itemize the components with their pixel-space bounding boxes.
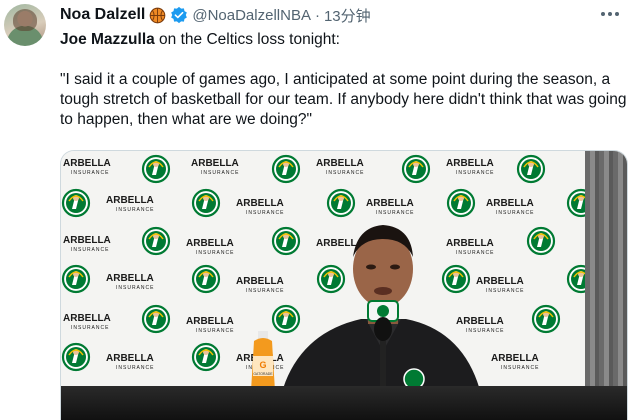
more-dot xyxy=(601,12,605,16)
svg-text:ARBELLA: ARBELLA xyxy=(446,238,494,249)
svg-text:INSURANCE: INSURANCE xyxy=(116,285,154,291)
svg-text:INSURANCE: INSURANCE xyxy=(456,170,494,176)
svg-text:ARBELLA: ARBELLA xyxy=(456,316,504,327)
svg-text:ARBELLA: ARBELLA xyxy=(106,353,154,364)
svg-text:INSURANCE: INSURANCE xyxy=(201,170,239,176)
svg-text:INSURANCE: INSURANCE xyxy=(116,365,154,371)
svg-text:ARBELLA: ARBELLA xyxy=(186,238,234,249)
tweet-quote: "I said it a couple of games ago, I anti… xyxy=(60,71,627,128)
svg-text:ARBELLA: ARBELLA xyxy=(63,158,111,169)
tweet: Noa Dalzell @NoaDalzellNBA · 13分钟 Joe Ma… xyxy=(0,0,634,420)
more-dot xyxy=(608,12,612,16)
tweet-intro: Joe Mazzulla on the Celtics loss tonight… xyxy=(60,30,628,50)
svg-text:ARBELLA: ARBELLA xyxy=(486,198,534,209)
svg-text:INSURANCE: INSURANCE xyxy=(196,250,234,256)
more-dot xyxy=(615,12,619,16)
svg-text:ARBELLA: ARBELLA xyxy=(106,273,154,284)
svg-text:ARBELLA: ARBELLA xyxy=(106,195,154,206)
display-name[interactable]: Noa Dalzell xyxy=(60,6,145,24)
svg-text:ARBELLA: ARBELLA xyxy=(236,276,284,287)
svg-text:INSURANCE: INSURANCE xyxy=(501,365,539,371)
handle[interactable]: @NoaDalzellNBA xyxy=(192,7,311,24)
tweet-photo[interactable]: ARBELLA INSURANCE ARBELLA INSURANCE ARBELL… xyxy=(60,150,628,420)
svg-text:ARBELLA: ARBELLA xyxy=(191,158,239,169)
svg-text:ARBELLA: ARBELLA xyxy=(186,316,234,327)
svg-text:INSURANCE: INSURANCE xyxy=(246,210,284,216)
svg-text:G: G xyxy=(259,360,266,370)
svg-text:INSURANCE: INSURANCE xyxy=(496,210,534,216)
svg-text:ARBELLA: ARBELLA xyxy=(446,158,494,169)
tweet-text: Joe Mazzulla on the Celtics loss tonight… xyxy=(60,30,628,130)
separator-dot: · xyxy=(314,6,320,24)
tweet-header: Noa Dalzell @NoaDalzellNBA · 13分钟 xyxy=(60,4,371,26)
svg-text:INSURANCE: INSURANCE xyxy=(116,207,154,213)
svg-text:ARBELLA: ARBELLA xyxy=(63,313,111,324)
verified-badge-icon xyxy=(171,6,188,24)
svg-text:INSURANCE: INSURANCE xyxy=(196,328,234,334)
svg-text:ARBELLA: ARBELLA xyxy=(316,158,364,169)
svg-text:INSURANCE: INSURANCE xyxy=(71,170,109,176)
svg-text:INSURANCE: INSURANCE xyxy=(246,288,284,294)
svg-text:INSURANCE: INSURANCE xyxy=(71,325,109,331)
more-icon[interactable] xyxy=(598,6,622,22)
svg-text:ARBELLA: ARBELLA xyxy=(236,198,284,209)
svg-text:INSURANCE: INSURANCE xyxy=(466,328,504,334)
tweet-intro-rest: on the Celtics loss tonight: xyxy=(154,31,340,48)
press-conference-photo: ARBELLAINSURANCE ARBELLAINSURANCE ARBELL… xyxy=(61,151,627,420)
svg-text:GATORADE: GATORADE xyxy=(253,372,273,376)
basketball-icon xyxy=(150,7,166,23)
svg-text:ARBELLA: ARBELLA xyxy=(366,198,414,209)
tweet-subject: Joe Mazzulla xyxy=(60,31,155,48)
side-curtain xyxy=(585,151,627,420)
svg-text:ARBELLA: ARBELLA xyxy=(491,353,539,364)
svg-text:ARBELLA: ARBELLA xyxy=(476,276,524,287)
svg-text:INSURANCE: INSURANCE xyxy=(326,170,364,176)
avatar[interactable] xyxy=(4,4,46,46)
svg-text:INSURANCE: INSURANCE xyxy=(376,210,414,216)
avatar-hair xyxy=(13,9,37,31)
svg-text:INSURANCE: INSURANCE xyxy=(71,247,109,253)
svg-text:INSURANCE: INSURANCE xyxy=(486,288,524,294)
svg-text:ARBELLA: ARBELLA xyxy=(63,235,111,246)
podium-desk xyxy=(61,386,627,420)
svg-text:INSURANCE: INSURANCE xyxy=(456,250,494,256)
timestamp[interactable]: 13分钟 xyxy=(324,5,371,26)
